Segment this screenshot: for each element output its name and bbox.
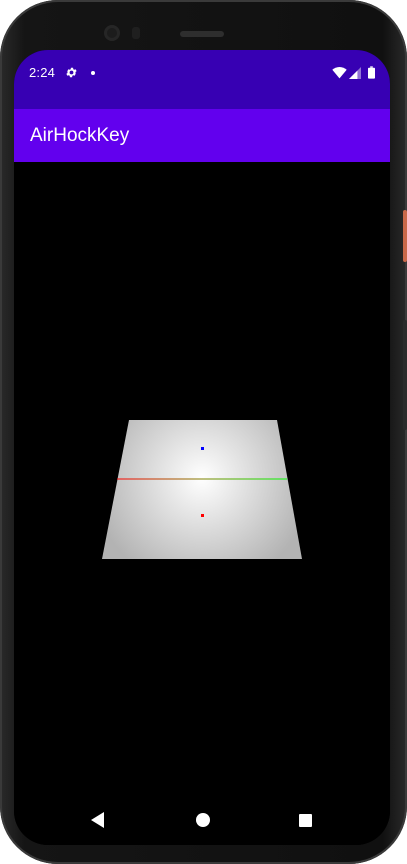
gl-surface-view[interactable] — [14, 162, 390, 802]
app-title: AirHockKey — [30, 125, 130, 146]
air-hockey-scene — [102, 420, 302, 559]
gear-icon — [66, 67, 77, 78]
earpiece-speaker — [180, 31, 224, 37]
device-screen: 2:24 AirHockKey — [14, 50, 390, 845]
phone-frame: 2:24 AirHockKey — [0, 0, 407, 864]
notification-dot-icon — [91, 71, 95, 75]
status-time: 2:24 — [29, 65, 56, 80]
battery-icon — [368, 66, 375, 79]
home-icon[interactable] — [196, 813, 210, 827]
back-icon[interactable] — [91, 812, 105, 828]
cell-signal-icon — [349, 67, 361, 79]
navigation-bar — [14, 802, 390, 845]
air-hockey-table — [102, 420, 302, 559]
recents-icon[interactable] — [299, 814, 312, 827]
volume-button — [403, 320, 407, 430]
mallet-bottom[interactable] — [201, 514, 204, 517]
power-button — [403, 210, 407, 262]
mallet-top[interactable] — [201, 447, 204, 450]
proximity-sensor — [132, 27, 140, 39]
app-bar: AirHockKey — [14, 109, 390, 162]
wifi-icon — [332, 67, 347, 79]
status-bar: 2:24 — [14, 50, 390, 109]
front-camera — [104, 25, 120, 41]
